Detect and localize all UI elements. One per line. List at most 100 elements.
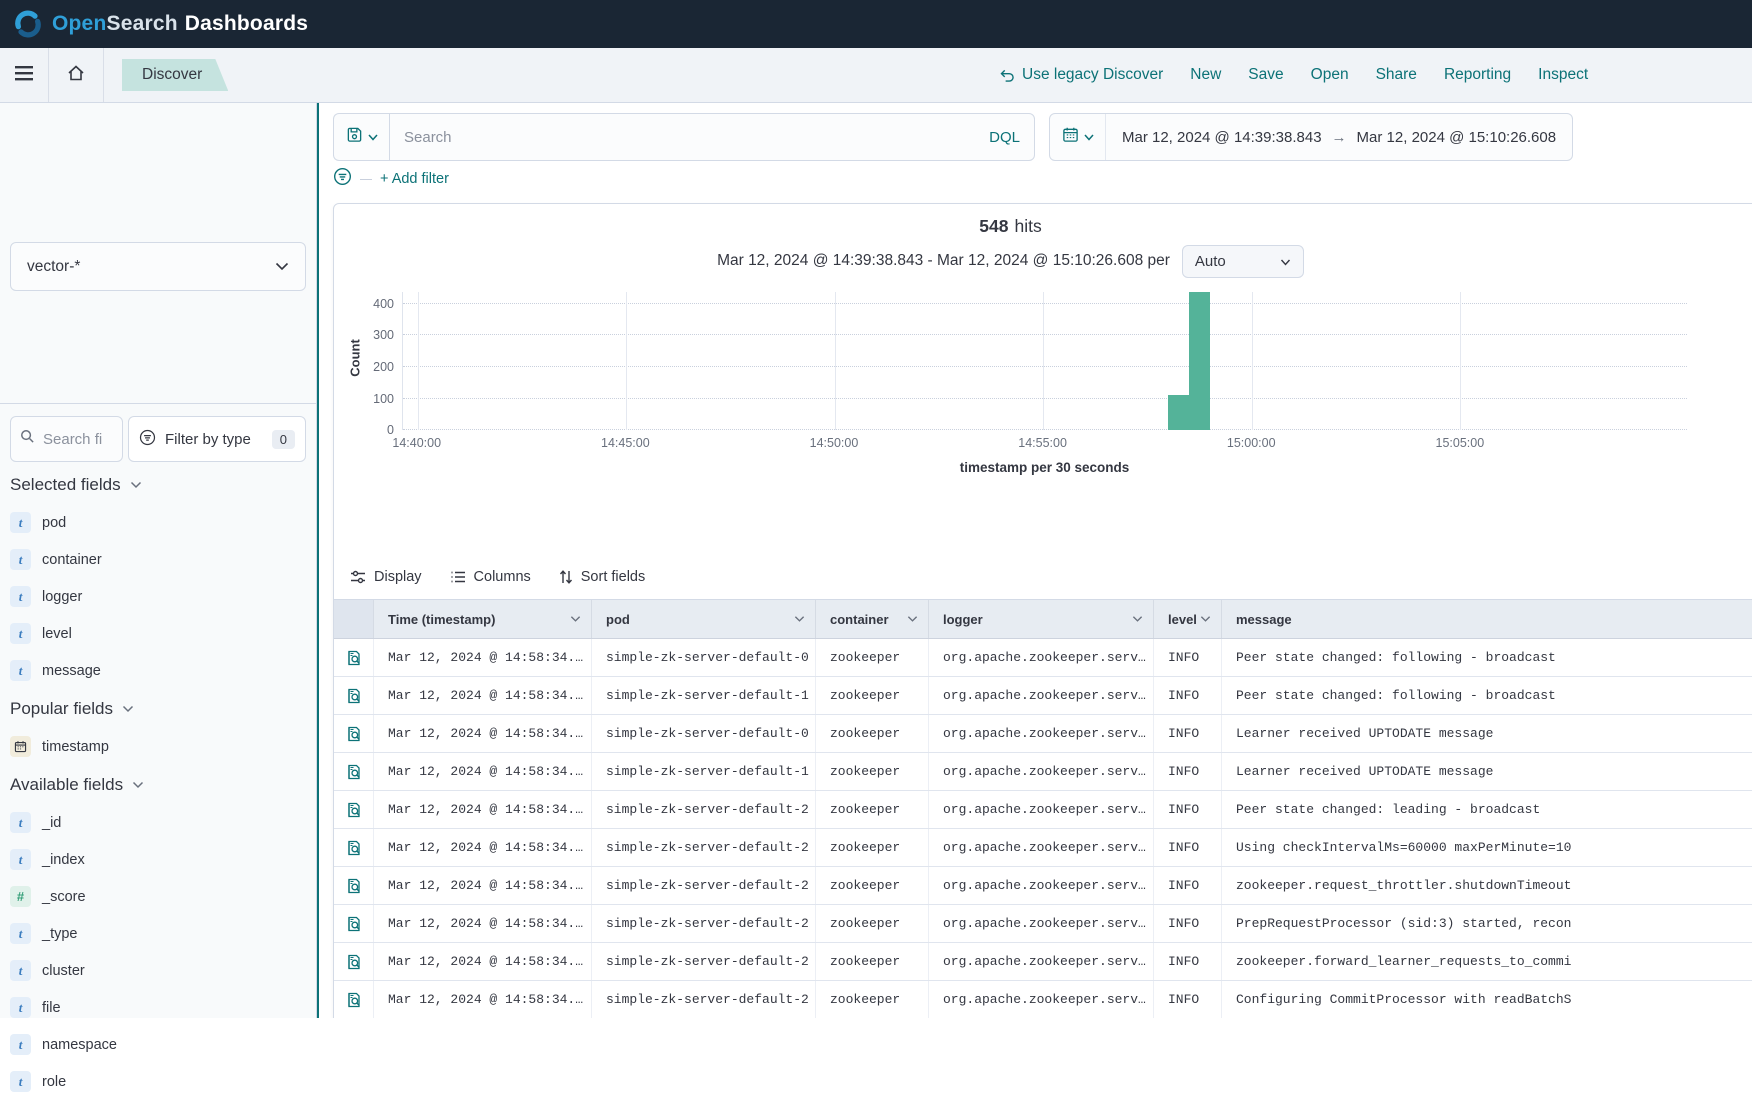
cell-level[interactable]: INFO [1154,639,1222,676]
interval-select[interactable]: Auto [1182,245,1304,278]
cell-time[interactable]: Mar 12, 2024 @ 14:58:34.… [374,981,592,1018]
nav-link-reporting[interactable]: Reporting [1444,66,1511,84]
field-item-file[interactable]: tfile [0,989,316,1026]
columns-button[interactable]: Columns [450,569,531,585]
cell-level[interactable]: INFO [1154,715,1222,752]
nav-link-inspect[interactable]: Inspect [1538,66,1588,84]
cell-message[interactable]: Peer state changed: following - broadcas… [1222,677,1752,714]
quick-select-button[interactable] [1050,114,1106,160]
cell-container[interactable]: zookeeper [816,791,929,828]
cell-pod[interactable]: simple-zk-server-default-1 [592,677,816,714]
cell-logger[interactable]: org.apache.zookeeper.serv… [929,905,1154,942]
cell-logger[interactable]: org.apache.zookeeper.serv… [929,829,1154,866]
field-item-namespace[interactable]: tnamespace [0,1026,316,1063]
cell-message[interactable]: Learner received UPTODATE message [1222,715,1752,752]
expand-document-button[interactable] [334,677,374,714]
cell-level[interactable]: INFO [1154,677,1222,714]
cell-message[interactable]: zookeeper.forward_learner_requests_to_co… [1222,943,1752,980]
expand-document-button[interactable] [334,867,374,904]
query-language-button[interactable]: DQL [989,129,1020,146]
cell-pod[interactable]: simple-zk-server-default-1 [592,753,816,790]
field-item-index[interactable]: t_index [0,841,316,878]
expand-document-button[interactable] [334,715,374,752]
nav-link-new[interactable]: New [1190,66,1221,84]
cell-message[interactable]: Peer state changed: leading - broadcast [1222,791,1752,828]
breadcrumb-discover[interactable]: Discover [122,59,228,91]
cell-level[interactable]: INFO [1154,981,1222,1018]
cell-logger[interactable]: org.apache.zookeeper.serv… [929,639,1154,676]
nav-link-use-legacy-discover[interactable]: Use legacy Discover [1000,66,1163,84]
filter-by-type-button[interactable]: Filter by type 0 [128,416,306,462]
cell-pod[interactable]: simple-zk-server-default-0 [592,715,816,752]
section-heading-available-fields[interactable]: Available fields [0,765,316,804]
cell-logger[interactable]: org.apache.zookeeper.serv… [929,753,1154,790]
filter-menu-icon[interactable] [333,167,352,191]
cell-level[interactable]: INFO [1154,829,1222,866]
nav-link-share[interactable]: Share [1376,66,1417,84]
cell-message[interactable]: Configuring CommitProcessor with readBat… [1222,981,1752,1018]
nav-link-open[interactable]: Open [1311,66,1349,84]
date-range-start[interactable]: Mar 12, 2024 @ 14:39:38.843 [1122,129,1322,146]
field-item-timestamp[interactable]: timestamp [0,728,316,765]
field-item-pod[interactable]: tpod [0,504,316,541]
index-pattern-select[interactable]: vector-* [10,242,306,291]
cell-time[interactable]: Mar 12, 2024 @ 14:58:34.… [374,829,592,866]
cell-time[interactable]: Mar 12, 2024 @ 14:58:34.… [374,867,592,904]
cell-time[interactable]: Mar 12, 2024 @ 14:58:34.… [374,943,592,980]
cell-container[interactable]: zookeeper [816,829,929,866]
add-filter-button[interactable]: + Add filter [380,171,449,187]
saved-query-button[interactable] [333,113,389,161]
cell-level[interactable]: INFO [1154,791,1222,828]
histogram-bar[interactable] [1189,292,1210,430]
column-header-logger[interactable]: logger [929,600,1154,638]
field-item-cluster[interactable]: tcluster [0,952,316,989]
cell-level[interactable]: INFO [1154,753,1222,790]
expand-document-button[interactable] [334,791,374,828]
section-heading-popular-fields[interactable]: Popular fields [0,689,316,728]
cell-time[interactable]: Mar 12, 2024 @ 14:58:34.… [374,677,592,714]
cell-time[interactable]: Mar 12, 2024 @ 14:58:34.… [374,905,592,942]
nav-link-save[interactable]: Save [1248,66,1283,84]
home-button[interactable] [49,48,103,102]
cell-message[interactable]: Using checkIntervalMs=60000 maxPerMinute… [1222,829,1752,866]
cell-level[interactable]: INFO [1154,905,1222,942]
cell-logger[interactable]: org.apache.zookeeper.serv… [929,791,1154,828]
cell-logger[interactable]: org.apache.zookeeper.serv… [929,867,1154,904]
sort-fields-button[interactable]: Sort fields [559,569,645,585]
cell-container[interactable]: zookeeper [816,753,929,790]
cell-container[interactable]: zookeeper [816,677,929,714]
cell-level[interactable]: INFO [1154,943,1222,980]
cell-pod[interactable]: simple-zk-server-default-2 [592,943,816,980]
cell-pod[interactable]: simple-zk-server-default-2 [592,867,816,904]
query-input[interactable]: Search DQL [389,113,1035,161]
cell-pod[interactable]: simple-zk-server-default-2 [592,829,816,866]
cell-time[interactable]: Mar 12, 2024 @ 14:58:34.… [374,753,592,790]
field-item-role[interactable]: trole [0,1063,316,1100]
expand-document-button[interactable] [334,639,374,676]
cell-time[interactable]: Mar 12, 2024 @ 14:58:34.… [374,639,592,676]
cell-logger[interactable]: org.apache.zookeeper.serv… [929,715,1154,752]
column-header-container[interactable]: container [816,600,929,638]
field-item-id[interactable]: t_id [0,804,316,841]
cell-container[interactable]: zookeeper [816,981,929,1018]
field-item-container[interactable]: tcontainer [0,541,316,578]
expand-document-button[interactable] [334,753,374,790]
expand-document-button[interactable] [334,943,374,980]
expand-document-button[interactable] [334,905,374,942]
display-button[interactable]: Display [350,569,422,585]
field-item-type[interactable]: t_type [0,915,316,952]
cell-pod[interactable]: simple-zk-server-default-2 [592,791,816,828]
cell-logger[interactable]: org.apache.zookeeper.serv… [929,981,1154,1018]
field-item-level[interactable]: tlevel [0,615,316,652]
column-header-level[interactable]: level [1154,600,1222,638]
date-range-end[interactable]: Mar 12, 2024 @ 15:10:26.608 [1357,129,1557,146]
expand-document-button[interactable] [334,829,374,866]
cell-pod[interactable]: simple-zk-server-default-2 [592,981,816,1018]
menu-button[interactable] [0,48,48,102]
cell-pod[interactable]: simple-zk-server-default-0 [592,639,816,676]
cell-message[interactable]: PrepRequestProcessor (sid:3) started, re… [1222,905,1752,942]
cell-message[interactable]: Learner received UPTODATE message [1222,753,1752,790]
expand-document-button[interactable] [334,981,374,1018]
section-heading-selected-fields[interactable]: Selected fields [0,465,316,504]
cell-container[interactable]: zookeeper [816,867,929,904]
